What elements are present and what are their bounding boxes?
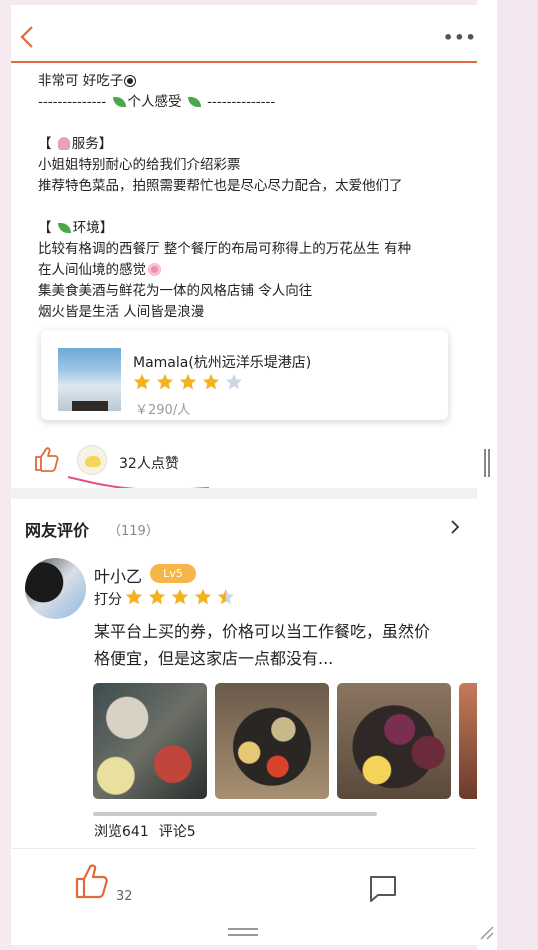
star-icon <box>149 589 165 605</box>
chevron-right-icon[interactable] <box>449 518 461 536</box>
views-count: 浏览641 <box>94 824 149 840</box>
comment-icon[interactable] <box>368 874 398 904</box>
star-icon <box>180 374 196 390</box>
liker-avatar[interactable] <box>77 445 107 475</box>
review-photo[interactable] <box>459 683 477 799</box>
bottom-like-count: 32 <box>116 889 133 904</box>
leaf-emoji-icon <box>112 97 126 107</box>
waitress-emoji-icon <box>57 137 70 150</box>
level-badge: Lv5 <box>150 564 196 583</box>
more-icon[interactable]: ••• <box>443 28 477 47</box>
post-line: 推荐特色菜品，拍照需要帮忙也是尽心尽力配合，太爱他们了 <box>38 178 403 194</box>
section-divider <box>11 488 477 499</box>
post-line: 【 服务】 <box>38 136 113 152</box>
top-bar: ••• <box>11 5 477 63</box>
post-content: 非常可 好吃子 -------------- 个人感受 ------------… <box>38 71 458 323</box>
post-line: 烟火皆是生活 人间皆是浪漫 <box>38 304 205 320</box>
review-photo[interactable] <box>337 683 451 799</box>
eye-emoji-icon <box>125 76 136 86</box>
resize-handle-icon[interactable] <box>478 924 494 940</box>
star-icon <box>134 374 150 390</box>
star-icon <box>172 589 188 605</box>
post-line: 【 环境】 <box>38 220 114 236</box>
reviews-count: （119） <box>108 524 159 539</box>
star-icon <box>218 589 234 605</box>
review-text-line: 格便宜，但是这家店一点都没有... <box>94 649 334 668</box>
review-photos[interactable] <box>93 683 477 801</box>
reviews-title: 网友评价 <box>25 521 90 540</box>
post-line-blank <box>38 113 458 134</box>
reviewer-name[interactable]: 叶小乙 <box>94 563 142 587</box>
star-icon <box>203 374 219 390</box>
post-line: 比较有格调的西餐厅 整个餐厅的布局可称得上的万花丛生 有种 <box>38 241 412 257</box>
post-line: 集美食美酒与鲜花为一体的风格店铺 令人向往 <box>38 283 313 299</box>
thumbs-up-icon[interactable] <box>74 862 110 900</box>
post-line: -------------- 个人感受 -------------- <box>38 94 276 110</box>
screen: ••• 非常可 好吃子 -------------- 个人感受 --------… <box>11 5 477 945</box>
comments-count: 评论5 <box>158 824 196 840</box>
flower-emoji-icon <box>148 263 161 276</box>
bottom-divider <box>11 848 477 849</box>
thumbs-up-icon[interactable] <box>33 445 61 473</box>
shop-name: Mamala(杭州远洋乐堤港店) <box>133 355 312 371</box>
score-label: 打分 <box>94 592 122 608</box>
window-bottom-handle[interactable] <box>228 928 258 936</box>
leaf-emoji-icon <box>187 97 201 107</box>
post-line-blank <box>38 197 458 218</box>
post-line: 小姐姐特别耐心的给我们介绍彩票 <box>38 157 241 173</box>
star-icon <box>126 589 142 605</box>
like-count[interactable]: 32人点赞 <box>119 453 179 473</box>
leaf-emoji-icon <box>57 223 71 233</box>
post-line: 在人间仙境的感觉 <box>38 260 458 281</box>
shop-price: ￥290/人 <box>135 403 191 418</box>
photo-scrollbar[interactable] <box>93 812 377 816</box>
review-photo[interactable] <box>93 683 207 799</box>
review-text[interactable]: 某平台上买的券，价格可以当工作餐吃，虽然价 格便宜，但是这家店一点都没有... <box>94 618 464 672</box>
review-stats: 浏览641 评论5 <box>94 821 196 841</box>
star-icon <box>226 374 242 390</box>
star-icon <box>157 374 173 390</box>
review-photo[interactable] <box>215 683 329 799</box>
post-line: 非常可 好吃子 <box>38 71 458 92</box>
star-icon <box>195 589 211 605</box>
back-icon[interactable] <box>19 25 37 49</box>
shop-card[interactable]: Mamala(杭州远洋乐堤港店) ￥290/人 <box>41 330 448 420</box>
drag-grip[interactable] <box>484 449 490 477</box>
shop-thumbnail <box>58 348 121 411</box>
review-text-line: 某平台上买的券，价格可以当工作餐吃，虽然价 <box>94 622 431 641</box>
reviewer-avatar[interactable] <box>25 558 86 619</box>
